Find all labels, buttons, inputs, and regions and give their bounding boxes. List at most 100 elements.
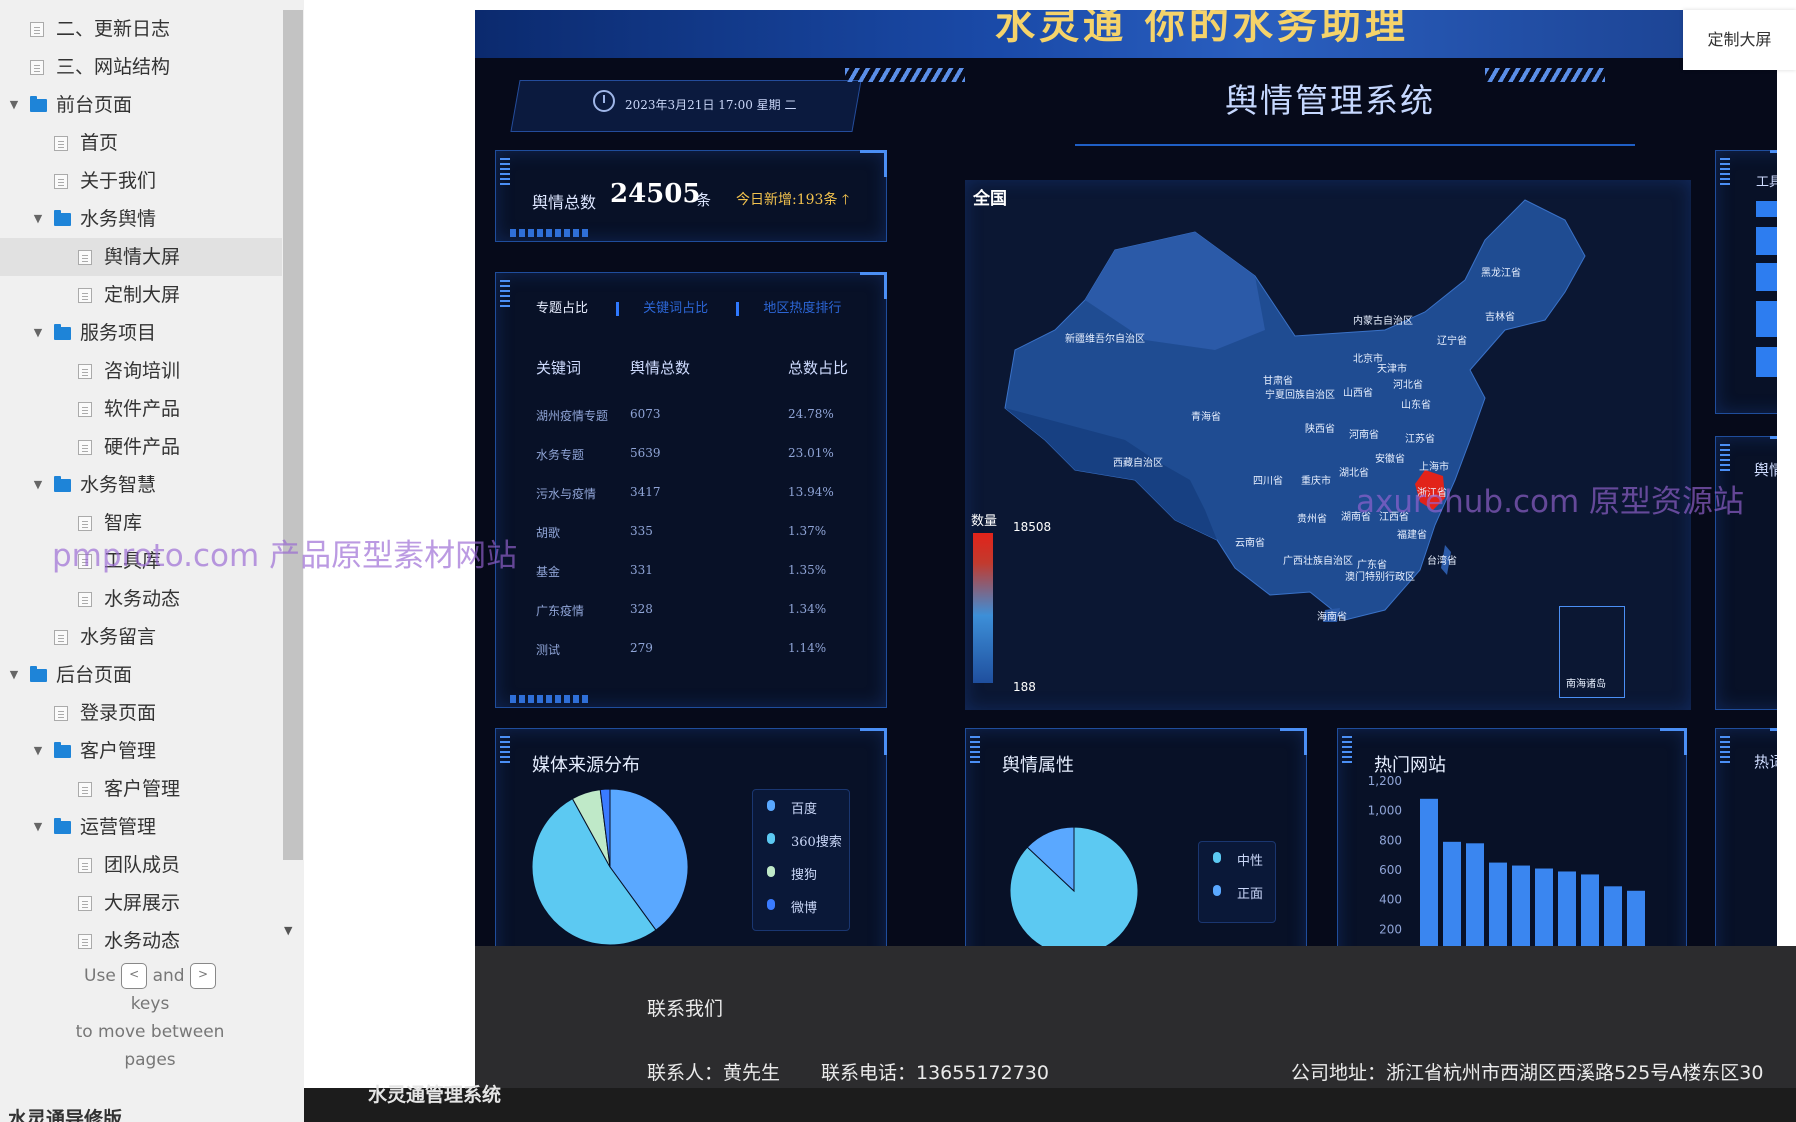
province-label[interactable]: 山东省 bbox=[1401, 396, 1431, 411]
province-label[interactable]: 新疆维吾尔自治区 bbox=[1065, 330, 1145, 345]
bar[interactable] bbox=[1443, 841, 1461, 946]
tree-item[interactable]: 三、网站结构 bbox=[0, 48, 282, 86]
tree-item[interactable]: 舆情大屏 bbox=[0, 238, 282, 276]
legend-item[interactable]: 搜狗 bbox=[753, 856, 849, 889]
province-label[interactable]: 河南省 bbox=[1349, 426, 1379, 441]
tree-item[interactable]: 软件产品 bbox=[0, 390, 282, 428]
province-label[interactable]: 台湾省 bbox=[1427, 552, 1457, 567]
province-label[interactable]: 贵州省 bbox=[1297, 510, 1327, 525]
bar[interactable] bbox=[1558, 871, 1576, 946]
province-label[interactable]: 吉林省 bbox=[1485, 308, 1515, 323]
tree-item[interactable]: 客户管理 bbox=[0, 770, 282, 808]
expand-arrow-icon[interactable]: ▼ bbox=[32, 732, 44, 770]
bar[interactable] bbox=[1627, 890, 1645, 946]
page-icon bbox=[78, 250, 92, 265]
province-label[interactable]: 江苏省 bbox=[1405, 430, 1435, 445]
tree-item[interactable]: 大屏展示 bbox=[0, 884, 282, 922]
expand-arrow-icon[interactable]: ▼ bbox=[8, 86, 20, 124]
tool-button[interactable] bbox=[1756, 201, 1777, 217]
province-label[interactable]: 山西省 bbox=[1343, 384, 1373, 399]
tool-button[interactable]: 搜 bbox=[1756, 263, 1777, 291]
tree-item[interactable]: 登录页面 bbox=[0, 694, 282, 732]
tree-item[interactable]: ▼ 服务项目 bbox=[0, 314, 282, 352]
province-label[interactable]: 福建省 bbox=[1397, 526, 1427, 541]
table-row[interactable]: 胡歌 335 1.37% bbox=[536, 524, 876, 563]
tool-button[interactable]: 跨日 bbox=[1756, 347, 1777, 377]
legend-item[interactable]: 中性 bbox=[1199, 842, 1275, 875]
tree-item[interactable]: 关于我们 bbox=[0, 162, 282, 200]
province-label[interactable]: 内蒙古自治区 bbox=[1353, 312, 1413, 327]
tree-item[interactable]: ▼ 后台页面 bbox=[0, 656, 282, 694]
table-row[interactable]: 水务专题 5639 23.01% bbox=[536, 446, 876, 485]
legend-item[interactable]: 百度 bbox=[753, 790, 849, 823]
scrollbar-thumb[interactable] bbox=[283, 10, 303, 860]
tab-topic[interactable]: 专题占比 bbox=[536, 297, 588, 316]
province-label[interactable]: 广西壮族自治区 bbox=[1283, 552, 1353, 567]
province-label[interactable]: 上海市 bbox=[1419, 458, 1449, 473]
table-cell: 1.35% bbox=[788, 563, 827, 577]
tool-button[interactable]: 7 bbox=[1756, 227, 1777, 255]
tree-item[interactable]: 二、更新日志 bbox=[0, 10, 282, 48]
tree-item[interactable]: 水务留言 bbox=[0, 618, 282, 656]
custom-screen-button[interactable]: 定制大屏 bbox=[1683, 10, 1796, 70]
bar[interactable] bbox=[1581, 874, 1599, 946]
bar[interactable] bbox=[1420, 798, 1438, 946]
bar[interactable] bbox=[1535, 868, 1553, 946]
expand-arrow-icon[interactable]: ▼ bbox=[32, 808, 44, 846]
tree-item[interactable]: 首页 bbox=[0, 124, 282, 162]
scroll-down-arrow-icon[interactable]: ▼ bbox=[284, 924, 292, 937]
tree-item[interactable]: 团队成员 bbox=[0, 846, 282, 884]
province-label[interactable]: 云南省 bbox=[1235, 534, 1265, 549]
tree-item[interactable]: ▼ 运营管理 bbox=[0, 808, 282, 846]
legend-gradient[interactable] bbox=[973, 533, 993, 683]
province-label[interactable]: 青海省 bbox=[1191, 408, 1221, 423]
province-label[interactable]: 澳门特别行政区 bbox=[1345, 568, 1415, 583]
expand-arrow-icon[interactable]: ▼ bbox=[32, 466, 44, 504]
province-label[interactable]: 天津市 bbox=[1377, 360, 1407, 375]
tool-button[interactable]: 核阴 bbox=[1756, 301, 1777, 337]
tab-keyword[interactable]: 关键词占比 bbox=[643, 297, 708, 316]
tree-item[interactable]: 水务动态 bbox=[0, 922, 282, 960]
province-label[interactable]: 四川省 bbox=[1253, 472, 1283, 487]
bar[interactable] bbox=[1604, 886, 1622, 946]
contact-phone: 联系电话：13655172730 bbox=[821, 1062, 1049, 1084]
province-label[interactable]: 宁夏回族自治区 bbox=[1265, 386, 1335, 401]
tree-item[interactable]: ▼ 客户管理 bbox=[0, 732, 282, 770]
legend-item[interactable]: 360搜索 bbox=[753, 823, 849, 856]
province-label[interactable]: 海南省 bbox=[1317, 608, 1347, 623]
province-label[interactable]: 辽宁省 bbox=[1437, 332, 1467, 347]
bar[interactable] bbox=[1466, 843, 1484, 946]
tab-region[interactable]: 地区热度排行 bbox=[763, 297, 841, 316]
province-label[interactable]: 河北省 bbox=[1393, 376, 1423, 391]
expand-arrow-icon[interactable]: ▼ bbox=[32, 314, 44, 352]
bar[interactable] bbox=[1489, 862, 1507, 946]
expand-arrow-icon[interactable]: ▼ bbox=[8, 656, 20, 694]
sidebar-scrollbar[interactable] bbox=[283, 10, 303, 860]
tree-item[interactable]: 咨询培训 bbox=[0, 352, 282, 390]
province-label[interactable]: 西藏自治区 bbox=[1113, 454, 1163, 469]
page-icon bbox=[78, 402, 92, 417]
tree-item[interactable]: ▼ 水务舆情 bbox=[0, 200, 282, 238]
table-row[interactable]: 污水与疫情 3417 13.94% bbox=[536, 485, 876, 524]
bar[interactable] bbox=[1512, 865, 1530, 946]
tree-item[interactable]: ▼ 水务智慧 bbox=[0, 466, 282, 504]
legend-label: 搜狗 bbox=[791, 868, 818, 883]
table-row[interactable]: 广东疫情 328 1.34% bbox=[536, 602, 876, 641]
hint-keys: keys bbox=[130, 994, 170, 1014]
table-row[interactable]: 基金 331 1.35% bbox=[536, 563, 876, 602]
province-label[interactable]: 陕西省 bbox=[1305, 420, 1335, 435]
province-label[interactable]: 黑龙江省 bbox=[1481, 264, 1521, 279]
province-label[interactable]: 重庆市 bbox=[1301, 472, 1331, 487]
expand-arrow-icon[interactable]: ▼ bbox=[32, 200, 44, 238]
tree-item[interactable]: ▼ 前台页面 bbox=[0, 86, 282, 124]
province-label[interactable]: 甘肃省 bbox=[1263, 372, 1293, 387]
tree-item[interactable]: 水务动态 bbox=[0, 580, 282, 618]
legend-item[interactable]: 正面 bbox=[1199, 875, 1275, 908]
legend-item[interactable]: 微博 bbox=[753, 889, 849, 922]
province-label[interactable]: 安徽省 bbox=[1375, 450, 1405, 465]
tree-item[interactable]: 硬件产品 bbox=[0, 428, 282, 466]
table-row[interactable]: 湖州疫情专题 6073 24.78% bbox=[536, 407, 876, 446]
table-row[interactable]: 测试 279 1.14% bbox=[536, 641, 876, 680]
datetime-text: 2023年3月21日 17:00 星期 二 bbox=[625, 98, 797, 112]
tree-item[interactable]: 定制大屏 bbox=[0, 276, 282, 314]
